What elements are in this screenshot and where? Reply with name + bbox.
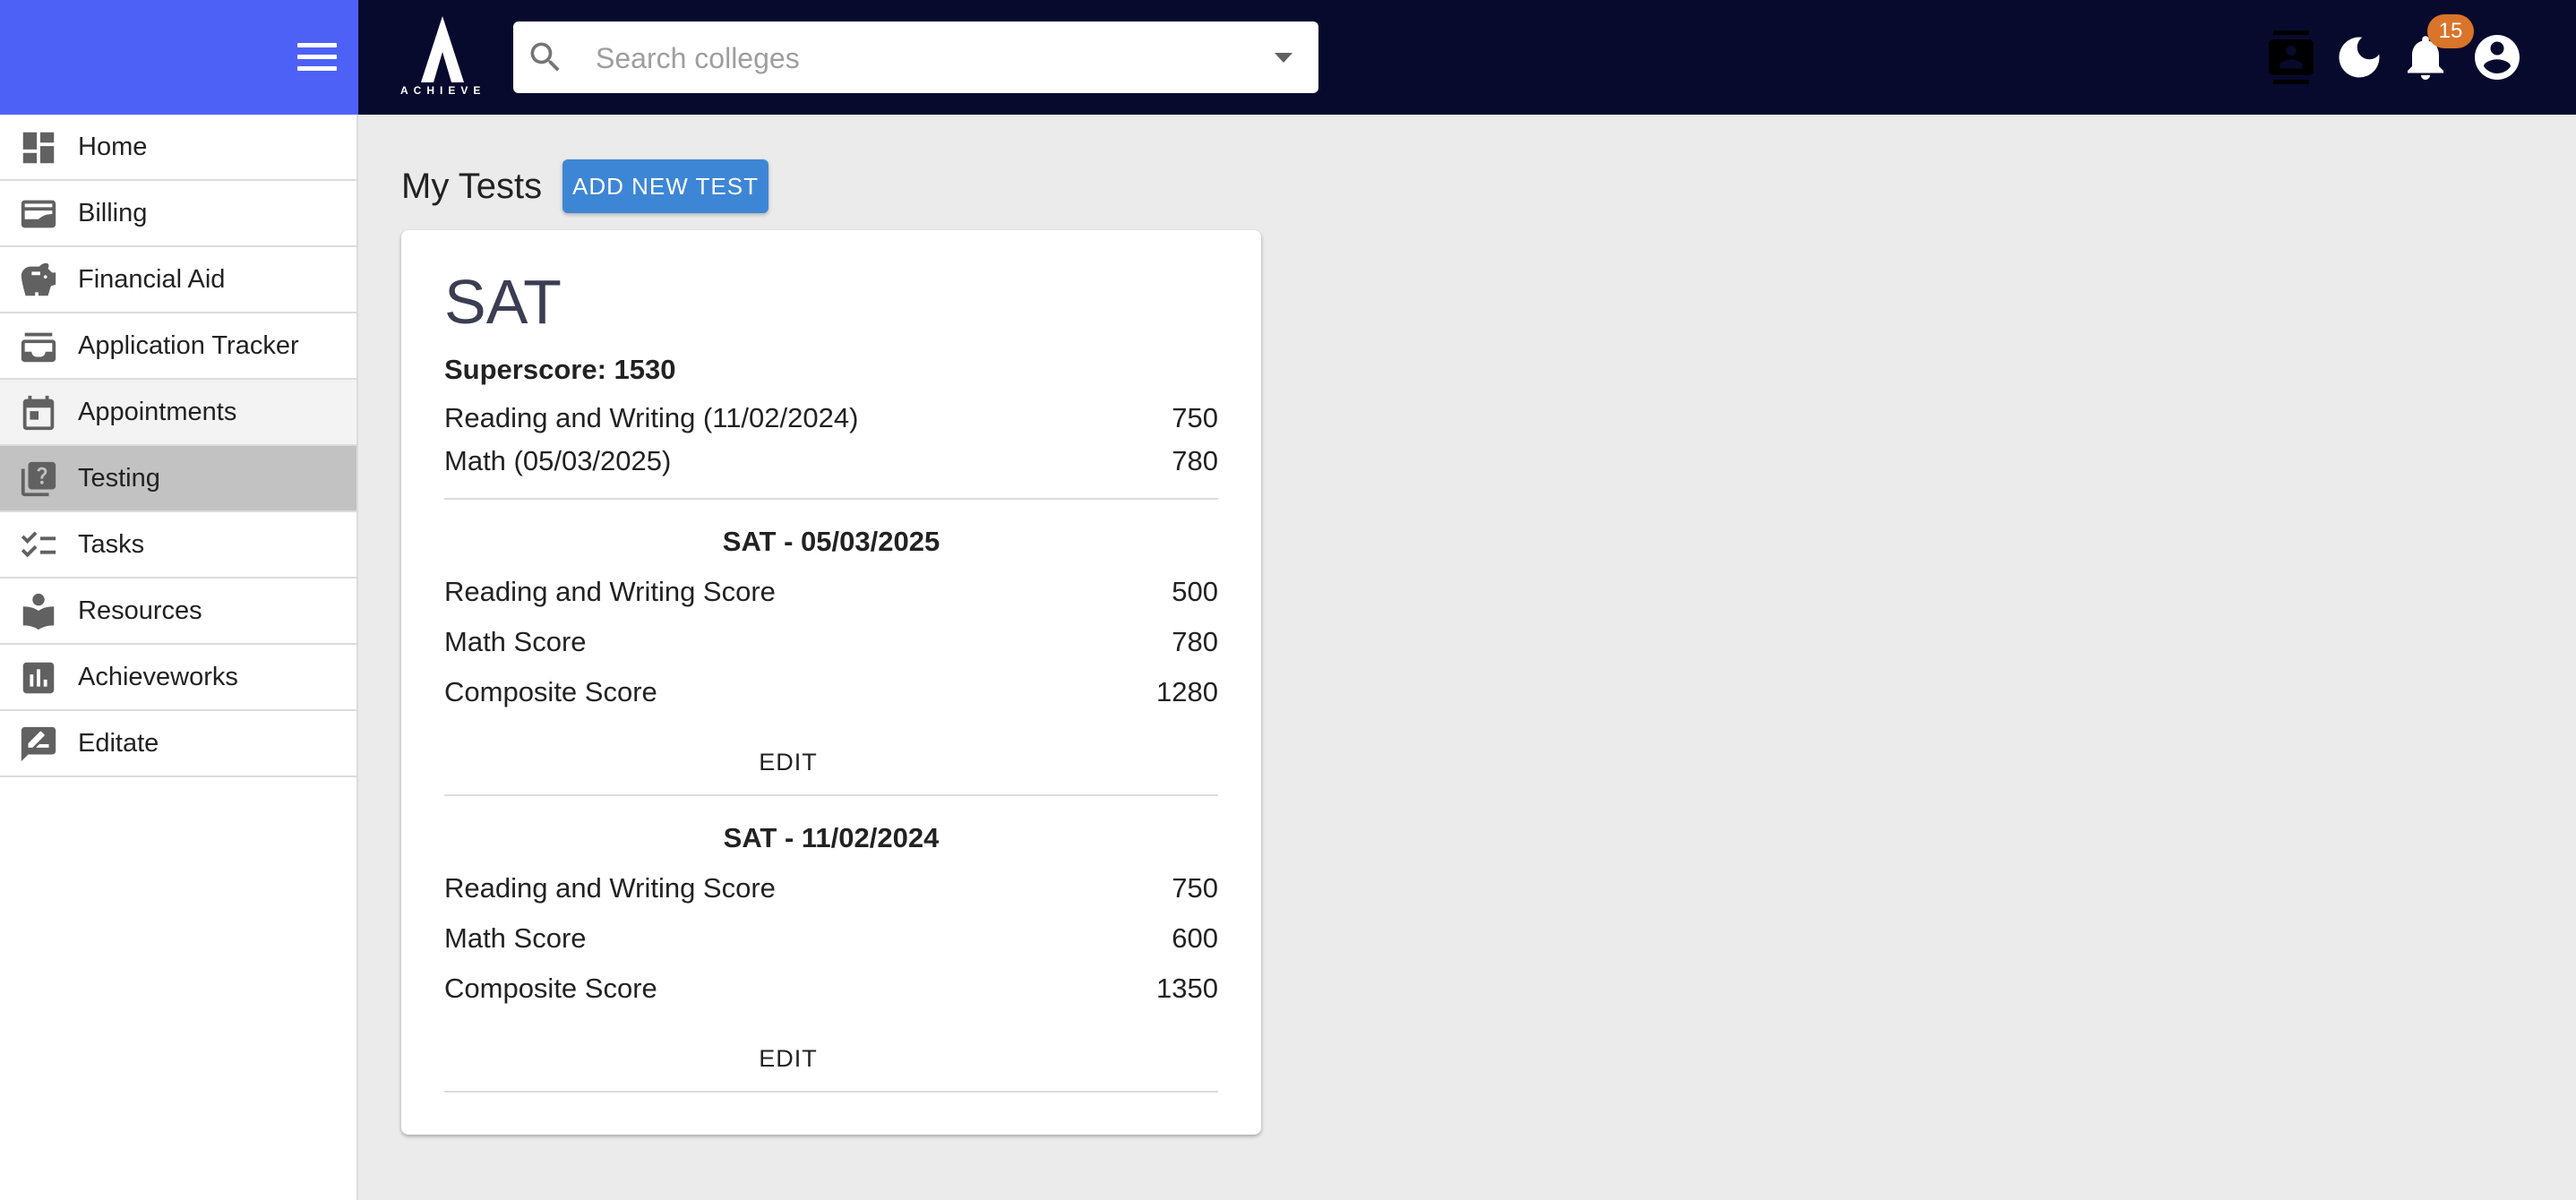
superscore-row: Reading and Writing (11/02/2024) 750 — [444, 399, 1218, 438]
sitting-row: Reading and Writing Score 500 — [444, 572, 1218, 612]
reader-icon — [22, 593, 55, 630]
score-value: 750 — [1172, 402, 1218, 433]
score-label: Math Score — [444, 626, 587, 657]
sidebar-item-label: Testing — [78, 464, 160, 493]
sidebar-item-editate[interactable]: Editate — [0, 711, 356, 777]
score-value: 780 — [1172, 626, 1218, 657]
bar-chart-icon — [22, 662, 55, 694]
score-label: Reading and Writing (11/02/2024) — [444, 402, 859, 433]
dropdown-arrow-icon[interactable] — [1270, 48, 1297, 66]
superscore-row: Math (05/03/2025) 780 — [444, 441, 1218, 481]
edit-sitting-button[interactable]: EDIT — [742, 1035, 835, 1082]
sitting-row: Math Score 600 — [444, 919, 1218, 958]
score-label: Composite Score — [444, 676, 657, 707]
sitting-title: SAT - 05/03/2025 — [722, 526, 940, 557]
score-value: 500 — [1172, 576, 1218, 607]
sidebar-item-label: Achieveworks — [78, 663, 238, 691]
piggy-bank-icon — [21, 262, 56, 296]
sidebar-item-label: Application Tracker — [78, 331, 299, 360]
sidebar-item-label: Financial Aid — [78, 265, 226, 294]
sidebar-item-financial-aid[interactable]: Financial Aid — [0, 247, 356, 313]
search-input[interactable] — [594, 21, 1224, 95]
superscore: Superscore: 1530 — [444, 354, 676, 385]
search-icon — [530, 42, 560, 72]
score-label: Math Score — [444, 922, 587, 954]
test-card: SAT Superscore: 1530 Reading and Writing… — [401, 230, 1261, 1135]
quiz-icon — [21, 461, 56, 497]
contacts-icon[interactable] — [2264, 30, 2318, 84]
rate-review-icon — [21, 726, 56, 762]
sitting-row: Composite Score 1350 — [444, 969, 1218, 1008]
sidebar-item-application-tracker[interactable]: Application Tracker — [0, 313, 356, 380]
checklist-icon — [21, 531, 56, 558]
sidebar-item-label: Home — [78, 133, 148, 161]
score-label: Composite Score — [444, 973, 657, 1004]
score-label: Reading and Writing Score — [444, 872, 776, 904]
sitting-row: Composite Score 1280 — [444, 673, 1218, 712]
add-new-test-button[interactable]: ADD NEW TEST — [562, 159, 769, 213]
sidebar-item-label: Tasks — [78, 530, 145, 559]
score-value: 1280 — [1156, 676, 1218, 707]
menu-icon[interactable] — [296, 38, 339, 77]
sidebar-item-achieveworks[interactable]: Achieveworks — [0, 645, 356, 711]
score-value: 600 — [1172, 922, 1218, 954]
divider — [444, 498, 1218, 500]
inbox-tray-icon — [21, 332, 56, 363]
account-icon[interactable] — [2470, 30, 2524, 84]
divider — [444, 794, 1218, 796]
sidebar-item-label: Editate — [78, 729, 159, 758]
wallet-icon — [21, 200, 56, 228]
edit-sitting-button[interactable]: EDIT — [742, 739, 835, 785]
page-title: My Tests — [401, 167, 543, 206]
divider — [444, 1091, 1218, 1093]
score-value: 780 — [1172, 445, 1218, 476]
college-search[interactable] — [513, 21, 1318, 95]
score-label: Reading and Writing Score — [444, 576, 776, 607]
sidebar-item-tasks[interactable]: Tasks — [0, 512, 356, 579]
sidebar-item-label: Billing — [78, 199, 148, 227]
sidebar-item-resources[interactable]: Resources — [0, 579, 356, 645]
notification-badge: 15 — [2427, 14, 2474, 48]
dashboard-icon — [22, 132, 55, 164]
test-name: SAT — [444, 267, 562, 337]
score-value: 750 — [1172, 872, 1218, 904]
sidebar-item-label: Resources — [78, 596, 202, 625]
dark-mode-icon[interactable] — [2332, 30, 2386, 84]
score-value: 1350 — [1156, 973, 1218, 1004]
sidebar-item-home[interactable]: Home — [0, 115, 356, 181]
top-app-bar: ACHIEVE 15 — [0, 0, 2576, 115]
sidebar-nav: Home Billing Financial Aid Application T… — [0, 115, 358, 1200]
sitting-title: SAT - 11/02/2024 — [723, 822, 940, 853]
sidebar-item-label: Appointments — [78, 398, 237, 426]
sidebar-item-testing[interactable]: Testing — [0, 446, 356, 512]
brand-panel — [0, 0, 358, 115]
calendar-icon — [22, 395, 55, 431]
sitting-row: Math Score 780 — [444, 622, 1218, 662]
score-label: Math (05/03/2025) — [444, 445, 672, 476]
sidebar-item-billing[interactable]: Billing — [0, 181, 356, 247]
sidebar-item-appointments[interactable]: Appointments — [0, 380, 356, 446]
sitting-row: Reading and Writing Score 750 — [444, 869, 1218, 908]
logo-text: ACHIEVE — [400, 84, 486, 97]
